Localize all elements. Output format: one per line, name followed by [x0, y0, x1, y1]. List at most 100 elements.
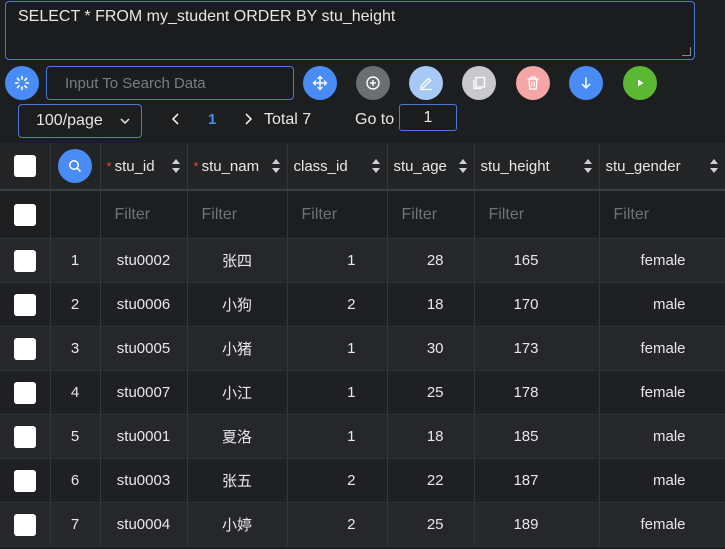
current-page[interactable]: 1	[208, 111, 216, 128]
table-row[interactable]: 3 stu0005 小猪 1 30 173 female	[0, 326, 725, 371]
row-checkbox[interactable]	[13, 513, 36, 536]
cell-stu-age[interactable]: 22	[387, 458, 475, 503]
cell-stu-height[interactable]: 173	[474, 326, 600, 371]
table-row[interactable]: 6 stu0003 张五 2 22 187 male	[0, 458, 725, 503]
search-input[interactable]	[46, 66, 294, 100]
select-all-checkbox[interactable]	[13, 155, 36, 177]
cell-stu-gender[interactable]: male	[599, 458, 725, 503]
select-all-cell	[0, 143, 51, 191]
sort-icon[interactable]	[271, 157, 281, 175]
table-row[interactable]: 1 stu0002 张四 1 28 165 female	[0, 238, 725, 283]
cell-stu-height[interactable]: 165	[474, 238, 600, 283]
cell-stu-name[interactable]: 张四	[187, 238, 288, 283]
cell-class-id[interactable]: 2	[287, 502, 388, 547]
column-search-button[interactable]	[58, 149, 92, 183]
cell-stu-id[interactable]: stu0002	[100, 238, 188, 283]
cell-stu-age[interactable]: 18	[387, 414, 475, 459]
export-button[interactable]	[569, 66, 603, 100]
column-header-stu-age[interactable]: stu_age	[387, 143, 475, 191]
filter-stu-id[interactable]: Filter	[100, 190, 188, 239]
cell-stu-height[interactable]: 187	[474, 458, 600, 503]
delete-button[interactable]	[516, 66, 550, 100]
page-size-select[interactable]: 100/page	[18, 104, 142, 138]
cell-stu-gender[interactable]: male	[599, 414, 725, 459]
trash-icon	[527, 76, 539, 90]
filter-stu-height[interactable]: Filter	[474, 190, 600, 239]
sort-icon[interactable]	[171, 157, 181, 175]
sort-icon[interactable]	[458, 157, 468, 175]
cell-class-id[interactable]: 1	[287, 326, 388, 371]
copy-button[interactable]	[462, 66, 496, 100]
column-header-class-id[interactable]: class_id	[287, 143, 388, 191]
run-button[interactable]	[623, 66, 657, 100]
move-button[interactable]	[303, 66, 337, 100]
cell-stu-gender[interactable]: male	[599, 282, 725, 327]
filter-stu-gender[interactable]: Filter	[599, 190, 725, 239]
cell-stu-height[interactable]: 170	[474, 282, 600, 327]
cell-stu-age[interactable]: 30	[387, 326, 475, 371]
table-row[interactable]: 4 stu0007 小江 1 25 178 female	[0, 370, 725, 415]
cell-stu-age[interactable]: 18	[387, 282, 475, 327]
row-select-cell	[0, 326, 51, 371]
cell-class-id[interactable]: 2	[287, 282, 388, 327]
cell-class-id[interactable]: 1	[287, 370, 388, 415]
cell-stu-height[interactable]: 189	[474, 502, 600, 547]
row-checkbox[interactable]	[13, 425, 36, 448]
column-header-stu-id[interactable]: * stu_id	[100, 143, 188, 191]
add-button[interactable]	[356, 66, 390, 100]
cell-stu-age[interactable]: 25	[387, 502, 475, 547]
sort-icon[interactable]	[709, 157, 719, 175]
filter-stu-age[interactable]: Filter	[387, 190, 475, 239]
cell-stu-height[interactable]: 185	[474, 414, 600, 459]
cell-stu-age[interactable]: 25	[387, 370, 475, 415]
cell-stu-name[interactable]: 张五	[187, 458, 288, 503]
column-label: stu_height	[480, 157, 550, 175]
goto-page-input[interactable]	[399, 104, 457, 131]
prev-page-button[interactable]	[170, 112, 182, 131]
table-row[interactable]: 2 stu0006 小狗 2 18 170 male	[0, 282, 725, 327]
sql-editor[interactable]: SELECT * FROM my_student ORDER BY stu_he…	[5, 1, 695, 60]
cell-class-id[interactable]: 1	[287, 238, 388, 283]
filter-class-id[interactable]: Filter	[287, 190, 388, 239]
cell-stu-gender[interactable]: female	[599, 326, 725, 371]
sort-icon[interactable]	[371, 157, 381, 175]
cell-stu-name[interactable]: 小婷	[187, 502, 288, 547]
row-checkbox[interactable]	[13, 249, 36, 272]
row-index: 2	[50, 282, 101, 327]
row-checkbox[interactable]	[13, 469, 36, 492]
next-page-button[interactable]	[242, 112, 254, 131]
cell-stu-id[interactable]: stu0006	[100, 282, 188, 327]
column-header-stu-name[interactable]: * stu_nam	[187, 143, 288, 191]
cell-stu-id[interactable]: stu0005	[100, 326, 188, 371]
cell-stu-id[interactable]: stu0003	[100, 458, 188, 503]
refresh-button[interactable]	[5, 66, 39, 100]
resize-handle[interactable]	[682, 47, 691, 56]
row-index: 7	[50, 502, 101, 547]
cell-stu-age[interactable]: 28	[387, 238, 475, 283]
cell-stu-id[interactable]: stu0001	[100, 414, 188, 459]
sort-icon[interactable]	[583, 157, 593, 175]
cell-stu-name[interactable]: 小江	[187, 370, 288, 415]
filter-checkbox[interactable]	[13, 203, 36, 226]
required-marker: *	[193, 158, 199, 174]
cell-stu-name[interactable]: 夏洛	[187, 414, 288, 459]
edit-button[interactable]	[409, 66, 443, 100]
column-header-stu-height[interactable]: stu_height	[474, 143, 600, 191]
filter-stu-name[interactable]: Filter	[187, 190, 288, 239]
cell-stu-id[interactable]: stu0004	[100, 502, 188, 547]
cell-stu-gender[interactable]: female	[599, 238, 725, 283]
cell-class-id[interactable]: 2	[287, 458, 388, 503]
cell-stu-name[interactable]: 小猪	[187, 326, 288, 371]
cell-stu-id[interactable]: stu0007	[100, 370, 188, 415]
cell-stu-name[interactable]: 小狗	[187, 282, 288, 327]
cell-stu-gender[interactable]: female	[599, 370, 725, 415]
row-checkbox[interactable]	[13, 337, 36, 360]
table-row[interactable]: 7 stu0004 小婷 2 25 189 female	[0, 502, 725, 547]
cell-stu-height[interactable]: 178	[474, 370, 600, 415]
table-row[interactable]: 5 stu0001 夏洛 1 18 185 male	[0, 414, 725, 459]
row-checkbox[interactable]	[13, 293, 36, 316]
cell-stu-gender[interactable]: female	[599, 502, 725, 547]
column-header-stu-gender[interactable]: stu_gender	[599, 143, 725, 191]
row-checkbox[interactable]	[13, 381, 36, 404]
cell-class-id[interactable]: 1	[287, 414, 388, 459]
